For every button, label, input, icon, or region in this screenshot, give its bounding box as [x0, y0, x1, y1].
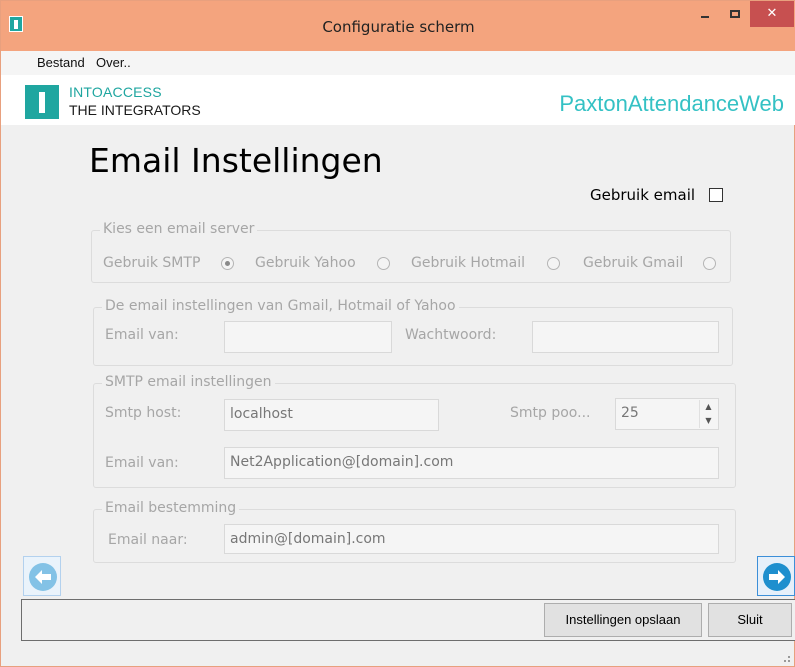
port-stepper[interactable]: ▲ ▼ [699, 400, 717, 428]
logo-line-2: THE INTEGRATORS [69, 102, 201, 118]
maximize-icon [730, 9, 740, 18]
close-icon: ✕ [766, 6, 778, 21]
company-logo-icon [25, 85, 59, 119]
radio-hotmail[interactable] [547, 257, 560, 270]
maximize-button[interactable] [720, 1, 750, 27]
smtp-host-label: Smtp host: [105, 405, 182, 421]
radio-label-hotmail: Gebruik Hotmail [411, 255, 526, 271]
radio-label-smtp: Gebruik SMTP [103, 255, 201, 271]
page-title: Email Instellingen [89, 141, 383, 180]
save-settings-button[interactable]: Instellingen opslaan [544, 603, 702, 637]
email-to-label: Email naar: [108, 532, 188, 548]
smtp-host-field[interactable]: localhost [224, 399, 439, 431]
stepper-down-icon[interactable]: ▼ [700, 414, 717, 428]
radio-smtp[interactable] [221, 257, 234, 270]
minimize-button[interactable] [690, 1, 720, 27]
minimize-icon [701, 15, 709, 18]
previous-page-button[interactable] [23, 556, 61, 596]
provider-group-legend: De email instellingen van Gmail, Hotmail… [102, 298, 459, 314]
arrow-left-icon [29, 563, 57, 591]
main-window: Configuratie scherm ✕ Bestand Over.. INT… [0, 0, 795, 667]
radio-label-yahoo: Gebruik Yahoo [255, 255, 356, 271]
use-email-checkbox[interactable] [709, 188, 723, 202]
next-page-button[interactable] [757, 556, 795, 596]
server-group-legend: Kies een email server [100, 221, 258, 237]
arrow-right-icon [763, 563, 791, 591]
product-name: PaxtonAttendanceWeb [559, 91, 784, 116]
radio-yahoo[interactable] [377, 257, 390, 270]
stepper-up-icon[interactable]: ▲ [700, 400, 717, 414]
window-title: Configuratie scherm [322, 18, 475, 36]
provider-email-from-label: Email van: [105, 327, 179, 343]
title-bar[interactable]: Configuratie scherm ✕ [1, 1, 795, 51]
smtp-email-from-field[interactable]: Net2Application@[domain].com [224, 447, 719, 479]
password-label: Wachtwoord: [405, 327, 497, 343]
menu-item-over[interactable]: Over.. [96, 55, 131, 70]
close-window-button[interactable]: ✕ [750, 1, 794, 27]
menu-bar: Bestand Over.. [1, 51, 795, 75]
smtp-group-legend: SMTP email instellingen [102, 374, 275, 390]
use-email-label: Gebruik email [590, 186, 696, 204]
smtp-port-label: Smtp poo... [510, 405, 591, 421]
close-button[interactable]: Sluit [708, 603, 792, 637]
email-to-field[interactable]: admin@[domain].com [224, 524, 719, 554]
header-banner: INTOACCESS THE INTEGRATORS PaxtonAttenda… [1, 75, 795, 125]
logo-line-1: INTOACCESS [69, 84, 162, 100]
footer-bar: Instellingen opslaan Sluit [21, 599, 795, 641]
provider-email-from-field[interactable] [224, 321, 392, 353]
radio-gmail[interactable] [703, 257, 716, 270]
menu-item-bestand[interactable]: Bestand [37, 55, 85, 70]
radio-label-gmail: Gebruik Gmail [583, 255, 684, 271]
resize-grip-icon[interactable] [784, 656, 790, 662]
destination-group-legend: Email bestemming [102, 500, 240, 516]
password-field[interactable] [532, 321, 719, 353]
smtp-email-from-label: Email van: [105, 455, 179, 471]
